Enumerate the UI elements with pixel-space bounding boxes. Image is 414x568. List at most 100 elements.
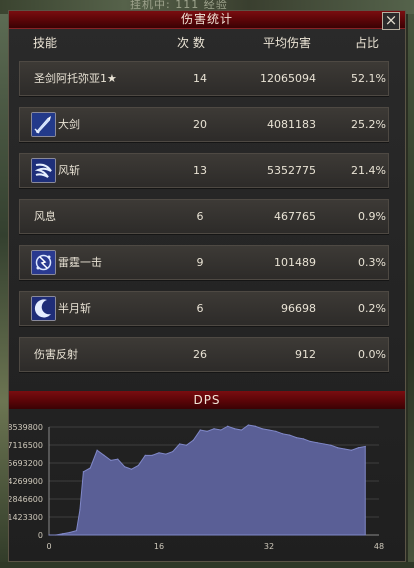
dps-data-point xyxy=(323,443,325,445)
table-row[interactable]: 风斩 13 5352775 21.4% xyxy=(19,153,389,188)
dps-data-point xyxy=(75,529,78,532)
y-tick-label: 5693200 xyxy=(9,459,43,468)
skill-name: 伤害反射 xyxy=(34,348,78,361)
dps-data-point xyxy=(357,447,359,449)
thunder-strike-icon xyxy=(31,250,56,275)
table-row[interactable]: 伤害反射 26 912 0.0% xyxy=(19,337,389,372)
average-damage: 912 xyxy=(295,348,316,361)
dps-data-point xyxy=(158,452,160,454)
dps-data-point xyxy=(282,433,284,435)
average-damage: 4081183 xyxy=(267,118,316,131)
x-tick-label: 32 xyxy=(264,542,274,551)
dps-data-point xyxy=(350,449,353,451)
hit-count: 26 xyxy=(193,348,207,361)
table-row[interactable]: 大剑 20 4081183 25.2% xyxy=(19,107,389,142)
column-header-avg-damage: 平均伤害 xyxy=(263,36,312,50)
y-tick-label: 8539800 xyxy=(9,423,43,432)
dps-data-point xyxy=(316,442,318,444)
y-tick-label: 4269900 xyxy=(9,477,43,486)
dps-data-point xyxy=(227,425,229,427)
dps-data-point xyxy=(103,454,105,456)
dps-data-point xyxy=(295,437,298,439)
average-damage: 5352775 xyxy=(267,164,316,177)
hit-count: 6 xyxy=(196,302,204,315)
table-row[interactable]: 半月斩 6 96698 0.2% xyxy=(19,291,389,326)
dps-data-point xyxy=(124,466,126,468)
x-tick-label: 0 xyxy=(46,542,51,551)
average-damage: 96698 xyxy=(281,302,316,315)
skill-name: 半月斩 xyxy=(58,302,91,315)
dps-data-point xyxy=(364,445,366,448)
dps-data-point xyxy=(137,464,139,467)
damage-percent: 21.4% xyxy=(351,164,386,177)
damage-percent: 52.1% xyxy=(351,72,386,85)
dps-data-point xyxy=(220,429,222,431)
hit-count: 9 xyxy=(196,256,204,269)
dps-data-point xyxy=(130,468,133,470)
dps-data-point xyxy=(69,531,71,534)
dps-data-point xyxy=(302,438,304,440)
dps-data-point xyxy=(275,430,277,432)
y-tick-label: 0 xyxy=(38,531,43,540)
dps-data-point xyxy=(179,443,181,445)
hit-count: 14 xyxy=(193,72,207,85)
dps-data-point xyxy=(172,450,174,453)
great-sword-icon xyxy=(31,112,56,137)
dps-data-point xyxy=(82,471,84,473)
dps-data-point xyxy=(117,458,119,460)
wind-slash-icon xyxy=(31,158,56,183)
dps-area-series xyxy=(49,424,366,536)
damage-percent: 25.2% xyxy=(351,118,386,131)
dps-chart: 0 1423300 2846600 4269900 5693200 7116500 8539… xyxy=(9,409,405,559)
column-header-skill: 技能 xyxy=(33,36,58,50)
hit-count: 6 xyxy=(196,210,204,223)
column-header-percent: 占比 xyxy=(355,36,380,50)
hit-count: 20 xyxy=(193,118,207,131)
game-background-right xyxy=(408,14,414,568)
dps-chart-svg: 0 1423300 2846600 4269900 5693200 7116500 8539… xyxy=(9,423,384,551)
game-background-left xyxy=(0,14,8,568)
damage-percent: 0.9% xyxy=(358,210,386,223)
dps-data-point xyxy=(261,428,263,430)
dps-data-point xyxy=(254,425,256,427)
dps-data-point xyxy=(330,444,332,446)
average-damage: 467765 xyxy=(274,210,316,223)
half-moon-slash-icon xyxy=(31,296,56,321)
dps-data-point xyxy=(151,454,153,456)
y-tick-label: 7116500 xyxy=(9,441,43,450)
table-row[interactable]: 圣剑阿托弥亚1★ 14 12065094 52.1% xyxy=(19,61,389,96)
dps-data-point xyxy=(289,434,291,436)
dps-data-point xyxy=(309,440,311,443)
table-row[interactable]: 雷霆一击 9 101489 0.3% xyxy=(19,245,389,280)
dps-data-point xyxy=(96,449,98,451)
table-row[interactable]: 风息 6 467765 0.9% xyxy=(19,199,389,234)
hit-count: 13 xyxy=(193,164,207,177)
skill-name: 雷霆一击 xyxy=(58,256,102,269)
dps-data-point xyxy=(192,439,194,441)
dps-data-point xyxy=(144,454,146,456)
skill-name: 大剑 xyxy=(58,118,80,131)
x-tick-label: 16 xyxy=(154,542,164,551)
game-background-bottom xyxy=(0,562,414,568)
skill-name: 风息 xyxy=(34,210,56,223)
dps-data-point xyxy=(247,424,249,426)
dps-data-point xyxy=(55,534,57,536)
average-damage: 12065094 xyxy=(260,72,316,85)
close-button[interactable]: × xyxy=(382,12,400,30)
dps-data-point xyxy=(240,429,243,431)
damage-percent: 0.0% xyxy=(358,348,386,361)
dps-data-point xyxy=(185,444,188,446)
damage-percent: 0.2% xyxy=(358,302,386,315)
dps-data-point xyxy=(234,428,236,430)
y-tick-label: 2846600 xyxy=(9,495,43,504)
dps-data-point xyxy=(337,447,339,449)
dps-data-point xyxy=(165,453,167,455)
dps-data-point xyxy=(206,430,208,432)
x-tick-label: 48 xyxy=(374,542,384,551)
dps-data-point xyxy=(110,459,112,461)
dps-data-point xyxy=(268,429,270,431)
dps-data-point xyxy=(213,428,215,430)
dps-section-title: DPS xyxy=(9,391,405,409)
skill-name: 圣剑阿托弥亚1★ xyxy=(34,72,117,85)
dps-data-point xyxy=(89,467,91,469)
